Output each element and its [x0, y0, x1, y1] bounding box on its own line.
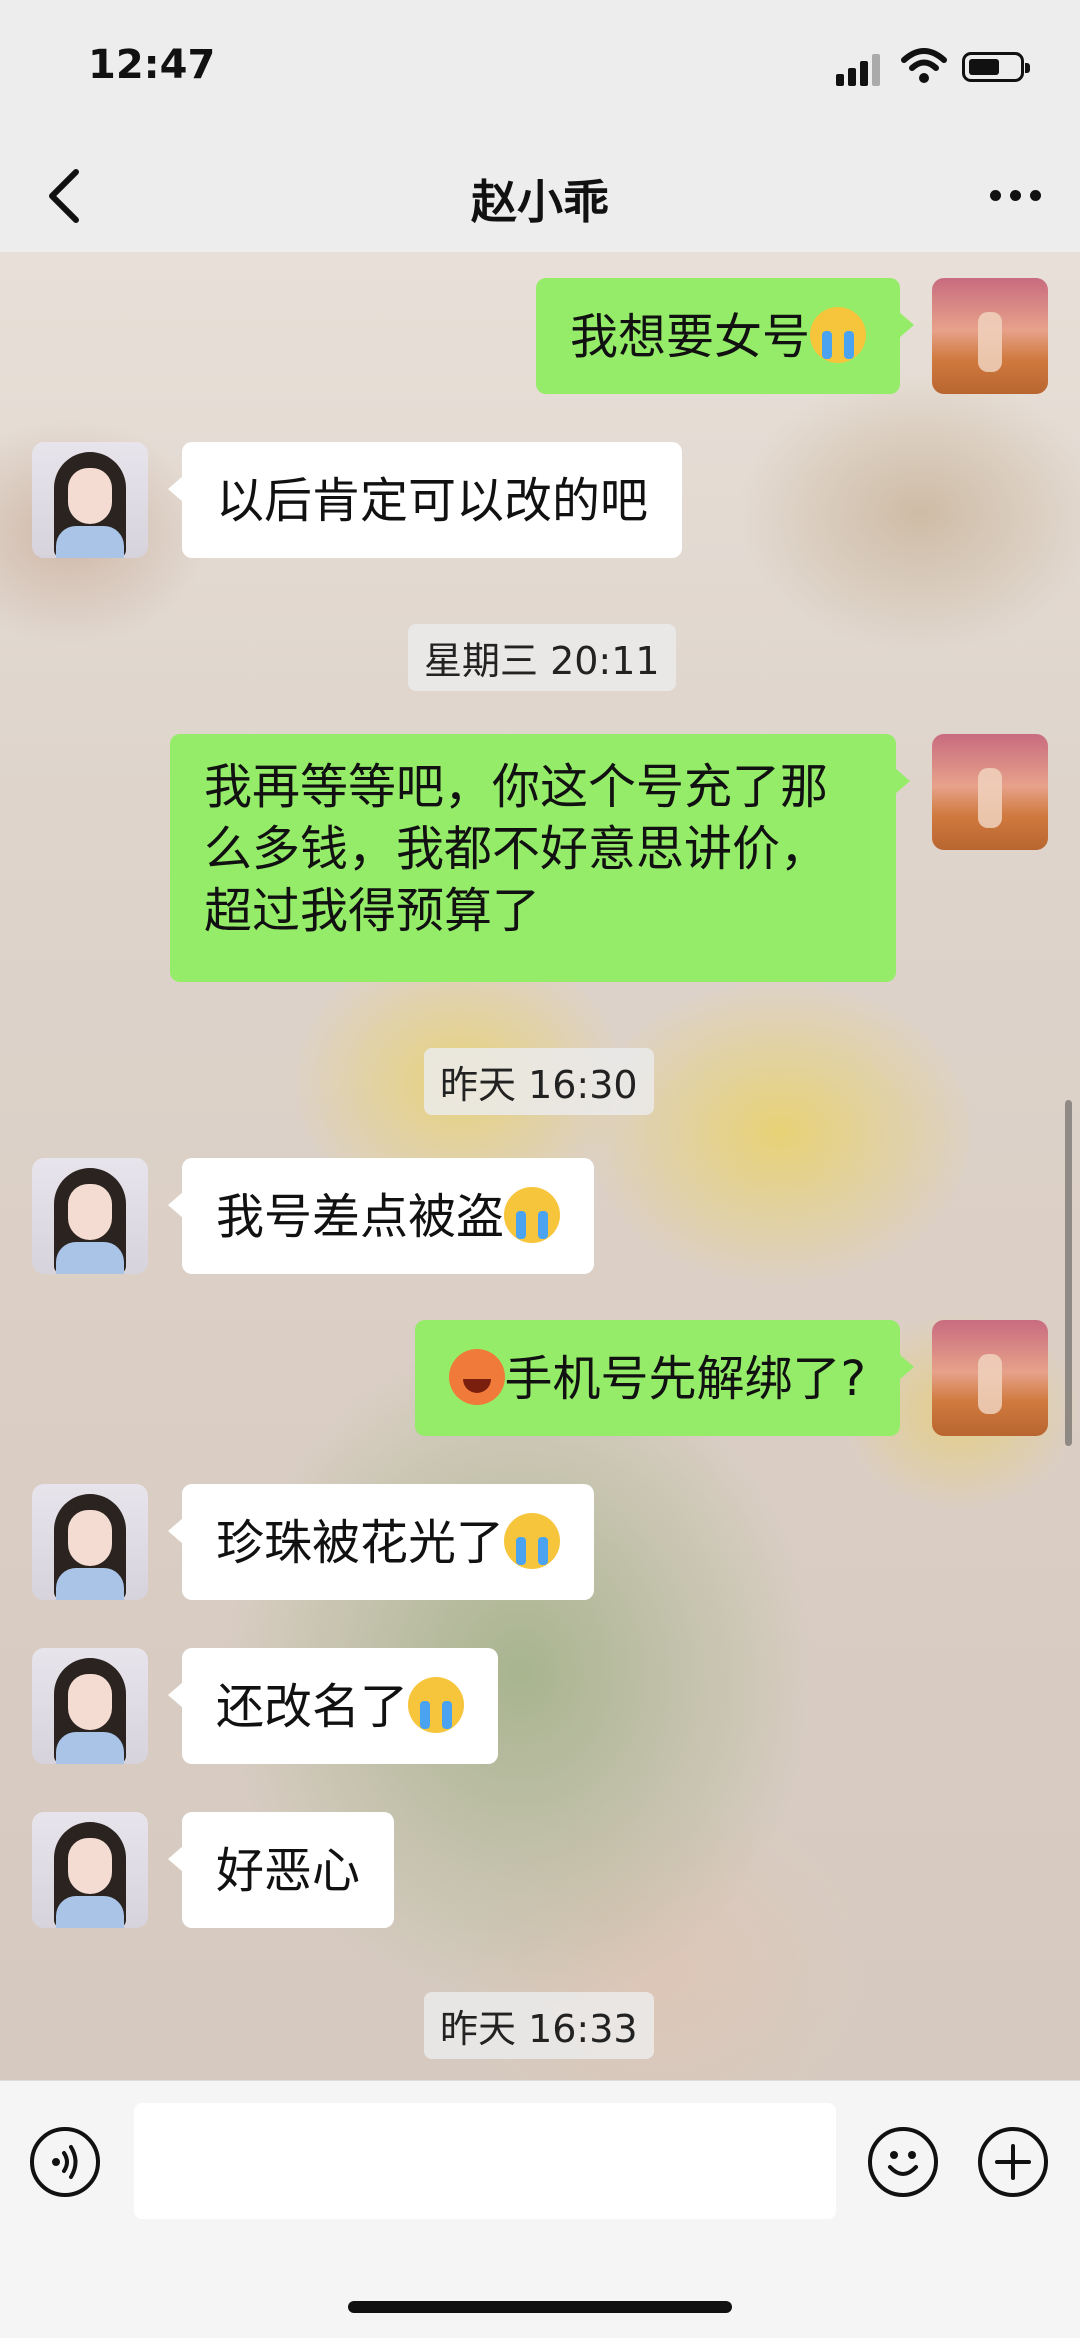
contact-avatar[interactable]: [32, 1484, 148, 1600]
contact-message-bubble[interactable]: 以后肯定可以改的吧: [167, 442, 683, 558]
emoji-button[interactable]: [868, 2127, 938, 2197]
message-text: 还改名了: [216, 1679, 409, 1735]
contact-avatar[interactable]: [32, 1158, 148, 1274]
my-message-bubble[interactable]: 我想要女号: [535, 278, 915, 394]
chat-header: 赵小乖: [0, 140, 1080, 252]
contact-avatar[interactable]: [32, 1648, 148, 1764]
my-message-bubble[interactable]: 手机号先解绑了?: [414, 1320, 915, 1436]
message-text: 以后肯定可以改的吧: [216, 473, 649, 529]
contact-message-bubble[interactable]: 还改名了: [167, 1648, 499, 1764]
crying-emoji-icon: [504, 1513, 561, 1569]
message-line: 超过我得预算了: [204, 883, 541, 939]
my-avatar[interactable]: [932, 1320, 1048, 1436]
message-line: 我再等等吧，你这个号充了那: [204, 759, 829, 815]
chat-title: 赵小乖: [471, 175, 609, 229]
message-line: 么多钱，我都不好意思讲价，: [204, 821, 829, 877]
my-message-bubble[interactable]: 我再等等吧，你这个号充了那 么多钱，我都不好意思讲价， 超过我得预算了: [170, 734, 910, 982]
angry-emoji-icon: [448, 1349, 505, 1405]
crying-emoji-icon: [810, 307, 866, 363]
contact-message-bubble[interactable]: 我号差点被盗: [167, 1158, 595, 1274]
battery-icon: [962, 52, 1030, 82]
smiley-face-icon: [888, 2151, 918, 2176]
contact-avatar[interactable]: [32, 442, 148, 558]
my-avatar[interactable]: [932, 278, 1048, 394]
crying-emoji-icon: [504, 1187, 561, 1243]
crying-emoji-icon: [408, 1677, 465, 1733]
voice-input-button[interactable]: [30, 2127, 100, 2197]
my-avatar[interactable]: [932, 734, 1048, 850]
timestamp-label: 昨天 16:33: [424, 1992, 654, 2059]
message-text: 我号差点被盗: [216, 1189, 505, 1245]
contact-message-bubble[interactable]: 珍珠被花光了: [167, 1484, 595, 1600]
cellular-signal-icon: [836, 52, 884, 86]
more-functions-button[interactable]: [978, 2127, 1048, 2197]
more-options-icon[interactable]: [986, 176, 1046, 216]
message-input[interactable]: [134, 2103, 836, 2219]
status-time: 12:47: [88, 42, 216, 88]
voice-icon: [52, 2145, 78, 2179]
contact-avatar[interactable]: [32, 1812, 148, 1928]
input-toolbar: [0, 2080, 1080, 2338]
contact-message-bubble[interactable]: 好恶心: [167, 1812, 395, 1928]
scrollbar[interactable]: [1065, 1100, 1072, 1446]
wifi-icon: [901, 48, 947, 83]
message-text: 好恶心: [216, 1843, 361, 1899]
message-text: 手机号先解绑了?: [504, 1351, 866, 1407]
status-bar: 12:47: [0, 0, 1080, 140]
timestamp-label: 星期三 20:11: [408, 624, 676, 691]
timestamp-label: 昨天 16:30: [424, 1048, 654, 1115]
home-indicator[interactable]: [348, 2301, 732, 2313]
message-text: 我想要女号: [569, 309, 810, 365]
plus-icon: [995, 2144, 1031, 2180]
message-text: 珍珠被花光了: [216, 1515, 505, 1571]
chat-message-area[interactable]: 我想要女号 以后肯定可以改的吧 星期三 20:11 我再等等吧，你这个号充了那 …: [0, 252, 1080, 2080]
